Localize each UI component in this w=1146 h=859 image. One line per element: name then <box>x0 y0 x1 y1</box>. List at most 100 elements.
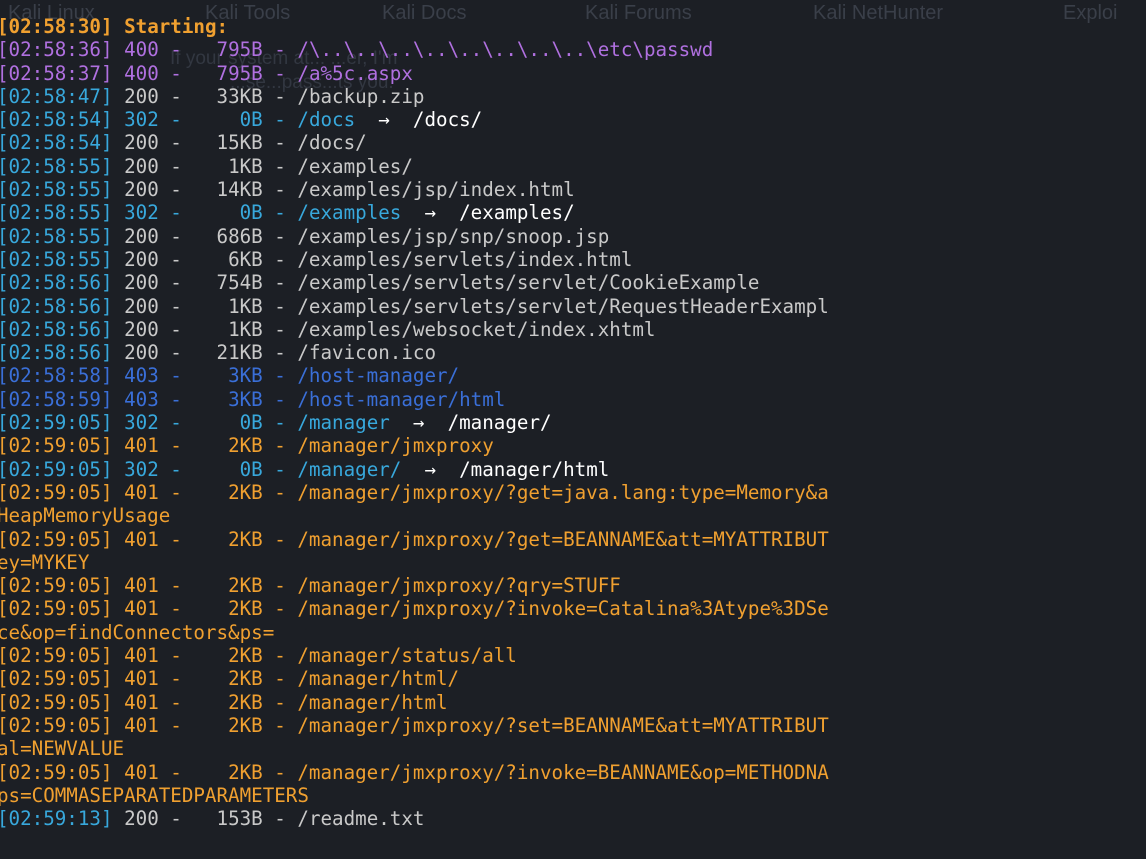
redirect-arrow-icon: → <box>401 201 460 225</box>
starting-timestamp: [02:58:30] <box>0 15 113 38</box>
request-path: /examples/servlets/servlet/CookieExample <box>297 271 760 295</box>
status-code: 400 <box>124 61 159 85</box>
terminal-window[interactable]: Kali Linux Kali Tools Kali Docs Kali For… <box>0 0 1146 859</box>
redirect-arrow-icon: → <box>401 457 460 481</box>
redirect-target: /docs/ <box>412 108 483 132</box>
wrapped-path: al=NEWVALUE <box>0 737 125 761</box>
output-line: [02:59:05] 401 - 2KB - /manager/jmxproxy… <box>0 481 1146 504</box>
output-line: [02:58:55] 200 - 6KB - /examples/servlet… <box>0 248 1146 271</box>
response-size: 686B <box>216 224 263 248</box>
output-line: [02:58:58] 403 - 3KB - /host-manager/ <box>0 364 1146 387</box>
timestamp: [02:58:55] <box>0 247 113 271</box>
timestamp: [02:58:59] <box>0 387 113 411</box>
request-path: /examples/websocket/index.xhtml <box>297 317 656 341</box>
status-code: 401 <box>124 690 159 714</box>
request-path: /examples <box>297 201 402 225</box>
response-size: 0B <box>239 457 263 481</box>
response-size: 0B <box>239 411 263 435</box>
wrapped-path: ps=COMMASEPARATEDPARAMETERS <box>0 783 309 807</box>
request-path: /docs <box>297 108 356 132</box>
response-size: 15KB <box>216 131 263 155</box>
scan-output: [02:58:30] Starting: [02:58:36] 400 - 79… <box>0 15 1146 830</box>
timestamp: [02:58:37] <box>0 61 113 85</box>
timestamp: [02:58:56] <box>0 317 113 341</box>
output-wrap-line: ey=MYKEY <box>0 551 1146 574</box>
request-path: /manager/jmxproxy/?invoke=BEANNAME&op=ME… <box>297 760 829 784</box>
output-line: [02:58:47] 200 - 33KB - /backup.zip <box>0 85 1146 108</box>
request-path: /manager <box>297 411 390 435</box>
output-line: [02:59:05] 401 - 2KB - /manager/jmxproxy… <box>0 597 1146 620</box>
wrapped-path: ce&op=findConnectors&ps= <box>0 620 275 644</box>
response-size: 14KB <box>216 178 263 202</box>
starting-line: [02:58:30] Starting: <box>0 15 1146 38</box>
request-path: /examples/jsp/index.html <box>297 178 575 202</box>
timestamp: [02:58:54] <box>0 131 113 155</box>
request-path: /manager/ <box>297 457 402 481</box>
response-size: 2KB <box>228 667 263 691</box>
timestamp: [02:58:36] <box>0 38 113 62</box>
output-line: [02:59:05] 401 - 2KB - /manager/status/a… <box>0 644 1146 667</box>
status-code: 403 <box>124 364 159 388</box>
response-size: 1KB <box>228 154 263 178</box>
response-size: 2KB <box>228 644 263 668</box>
response-size: 6KB <box>228 247 263 271</box>
output-line: [02:58:36] 400 - 795B - /\..\..\..\..\..… <box>0 38 1146 61</box>
output-line: [02:58:54] 302 - 0B - /docs → /docs/ <box>0 108 1146 131</box>
response-size: 2KB <box>228 760 263 784</box>
output-wrap-line: ce&op=findConnectors&ps= <box>0 621 1146 644</box>
status-code: 200 <box>124 131 159 155</box>
request-path: /manager/jmxproxy/?qry=STUFF <box>297 574 621 598</box>
output-line: [02:59:05] 401 - 2KB - /manager/jmxproxy… <box>0 761 1146 784</box>
status-code: 200 <box>124 341 159 365</box>
timestamp: [02:58:47] <box>0 84 113 108</box>
response-size: 0B <box>239 108 263 132</box>
status-code: 200 <box>124 247 159 271</box>
status-code: 302 <box>124 457 159 481</box>
status-code: 302 <box>124 411 159 435</box>
output-line: [02:58:55] 200 - 686B - /examples/jsp/sn… <box>0 225 1146 248</box>
request-path: /examples/servlets/index.html <box>297 247 633 271</box>
response-size: 2KB <box>228 574 263 598</box>
request-path: /manager/jmxproxy/?get=BEANNAME&att=MYAT… <box>297 527 829 551</box>
output-wrap-line: HeapMemoryUsage <box>0 504 1146 527</box>
timestamp: [02:59:05] <box>0 434 113 458</box>
request-path: /favicon.ico <box>297 341 437 365</box>
status-code: 401 <box>124 667 159 691</box>
request-path: /\..\..\..\..\..\..\..\..\etc\passwd <box>297 38 714 62</box>
wrapped-path: ey=MYKEY <box>0 550 90 574</box>
redirect-target: /examples/ <box>459 201 575 225</box>
response-size: 3KB <box>228 387 263 411</box>
response-size: 2KB <box>228 527 263 551</box>
response-size: 2KB <box>228 597 263 621</box>
redirect-target: /manager/html <box>459 457 610 481</box>
timestamp: [02:59:05] <box>0 597 113 621</box>
request-path: /readme.txt <box>297 807 425 831</box>
output-wrap-line: ps=COMMASEPARATEDPARAMETERS <box>0 784 1146 807</box>
request-path: /manager/status/all <box>297 644 517 668</box>
request-path: /host-manager/html <box>297 387 506 411</box>
response-size: 2KB <box>228 690 263 714</box>
timestamp: [02:59:05] <box>0 760 113 784</box>
status-code: 200 <box>124 154 159 178</box>
redirect-arrow-icon: → <box>389 411 448 435</box>
output-line: [02:58:37] 400 - 795B - /a%5c.aspx <box>0 62 1146 85</box>
wrapped-path: HeapMemoryUsage <box>0 504 171 528</box>
output-line: [02:59:05] 401 - 2KB - /manager/jmxproxy <box>0 434 1146 457</box>
output-line: [02:59:13] 200 - 153B - /readme.txt <box>0 807 1146 830</box>
response-size: 2KB <box>228 480 263 504</box>
request-path: /backup.zip <box>297 84 425 108</box>
response-size: 795B <box>216 61 263 85</box>
timestamp: [02:58:55] <box>0 201 113 225</box>
output-line: [02:58:56] 200 - 754B - /examples/servle… <box>0 271 1146 294</box>
timestamp: [02:59:05] <box>0 411 113 435</box>
output-line: [02:59:05] 401 - 2KB - /manager/html/ <box>0 667 1146 690</box>
response-size: 1KB <box>228 294 263 318</box>
status-code: 200 <box>124 317 159 341</box>
timestamp: [02:58:55] <box>0 224 113 248</box>
request-path: /examples/jsp/snp/snoop.jsp <box>297 224 610 248</box>
timestamp: [02:58:54] <box>0 108 113 132</box>
output-line: [02:58:56] 200 - 1KB - /examples/websock… <box>0 318 1146 341</box>
redirect-target: /manager/ <box>447 411 552 435</box>
timestamp: [02:58:56] <box>0 294 113 318</box>
output-line: [02:59:05] 401 - 2KB - /manager/jmxproxy… <box>0 574 1146 597</box>
